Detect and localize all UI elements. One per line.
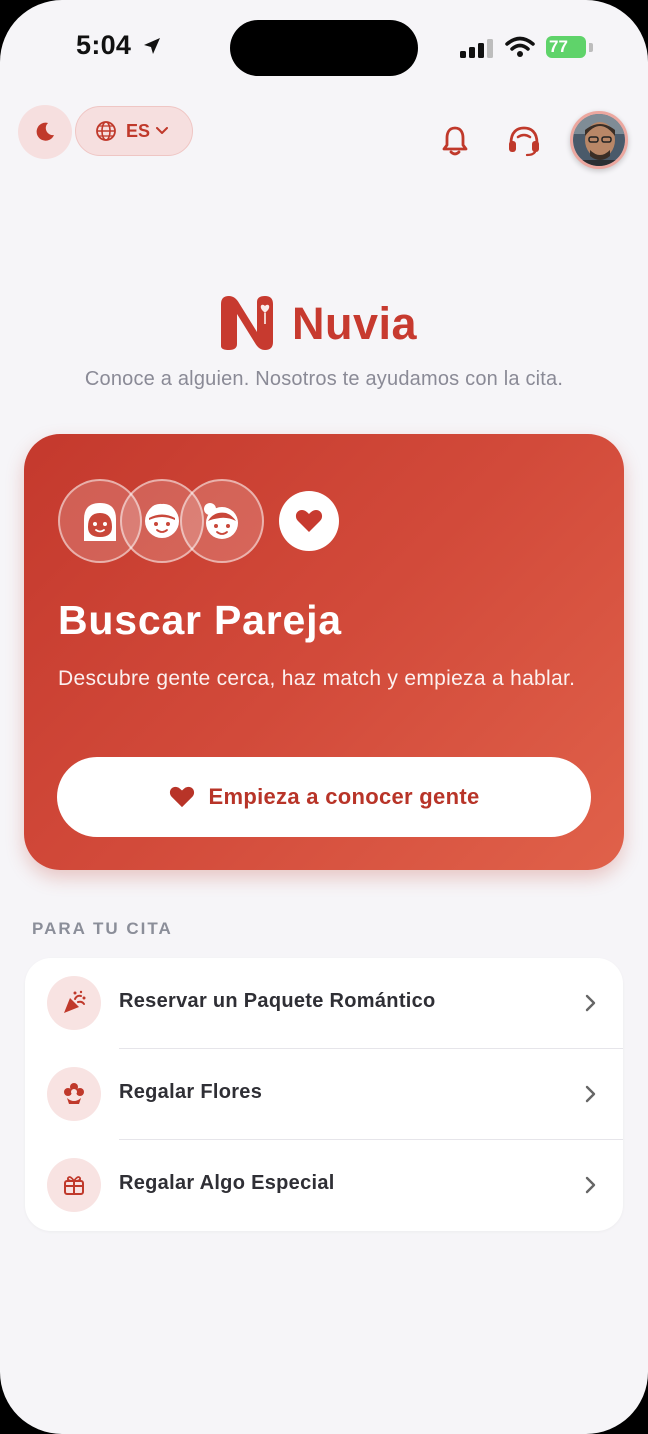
heart-badge — [279, 491, 339, 551]
list-icon-circle — [47, 976, 101, 1030]
headset-icon[interactable] — [506, 124, 542, 158]
chevron-down-icon — [156, 127, 169, 134]
start-meeting-label: Empieza a conocer gente — [208, 784, 480, 809]
user-avatar[interactable] — [570, 111, 628, 169]
list-item-label: Regalar Algo Especial — [119, 1172, 335, 1194]
heart-icon — [169, 786, 194, 808]
location-arrow-icon — [144, 38, 160, 54]
status-bar: 5:04 77 — [0, 0, 648, 96]
brand-name: Nuvia — [292, 298, 418, 349]
find-partner-card: Buscar Pareja Descubre gente cerca, haz … — [24, 434, 624, 870]
date-options-list: Reservar un Paquete Romántico Regalar Fl… — [25, 958, 623, 1231]
app-screen: 5:04 77 ES Nuvia Conoce a alguien. Nosot… — [0, 0, 648, 1434]
status-time: 5:04 — [76, 30, 132, 60]
list-icon-circle — [47, 1067, 101, 1121]
theme-toggle-button[interactable] — [18, 105, 72, 159]
moon-icon — [36, 122, 54, 141]
dynamic-island — [230, 20, 418, 76]
girl-avatar-icon — [180, 479, 264, 563]
bell-icon[interactable] — [440, 125, 470, 157]
language-selector[interactable]: ES — [75, 106, 193, 156]
chevron-right-icon — [585, 1085, 596, 1103]
cellular-signal-icon — [460, 39, 493, 58]
list-item-special-gift[interactable]: Regalar Algo Especial — [25, 1140, 623, 1231]
battery-level: 77 — [549, 37, 568, 56]
language-code: ES — [126, 120, 151, 141]
hero-subtitle: Descubre gente cerca, haz match y empiez… — [58, 667, 576, 690]
heart-icon — [295, 510, 323, 532]
nuvia-logo-icon — [221, 296, 273, 350]
hero-title: Buscar Pareja — [58, 597, 342, 643]
battery-cap — [589, 43, 593, 52]
list-icon-circle — [47, 1158, 101, 1212]
list-item-romantic-package[interactable]: Reservar un Paquete Romántico — [25, 958, 623, 1049]
gift-icon — [64, 1176, 84, 1195]
start-meeting-button[interactable]: Empieza a conocer gente — [57, 757, 591, 837]
brand-tagline: Conoce a alguien. Nosotros te ayudamos c… — [84, 368, 564, 390]
chevron-right-icon — [585, 1176, 596, 1194]
wifi-icon — [505, 36, 535, 57]
flower-icon — [64, 1083, 84, 1104]
profile-photo — [573, 114, 625, 166]
list-item-label: Regalar Flores — [119, 1081, 263, 1103]
battery-indicator: 77 — [546, 36, 586, 58]
party-popper-icon — [64, 990, 86, 1013]
list-item-flowers[interactable]: Regalar Flores — [25, 1049, 623, 1140]
people-avatars — [58, 479, 268, 565]
section-title: PARA TU CITA — [32, 919, 173, 938]
chevron-right-icon — [585, 994, 596, 1012]
list-item-label: Reservar un Paquete Romántico — [119, 990, 436, 1012]
globe-icon — [96, 121, 116, 141]
